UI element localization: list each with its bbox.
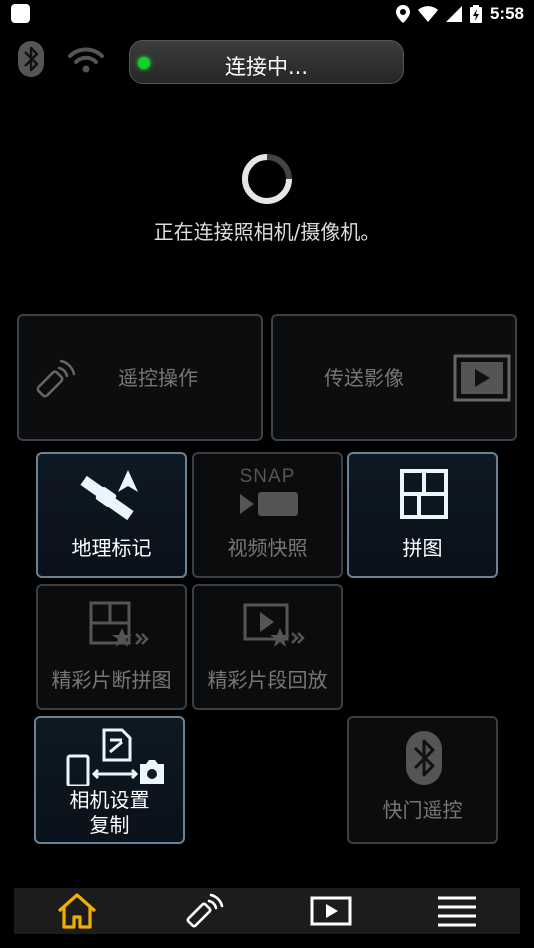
settings-copy-icon [66,728,164,786]
copy-settings-label-line2: 复制 [89,813,130,837]
bluetooth-icon [406,731,442,785]
satellite-icon [80,470,138,520]
app-notification-icon [11,4,30,23]
wifi-icon [68,47,104,73]
snap-movie-label: 视频快照 [227,536,308,560]
highlight-playback-button[interactable]: 精彩片段回放 [192,584,343,710]
bluetooth-shutter-remote-button[interactable]: 快门遥控 [347,716,498,844]
clock: 5:58 [489,4,524,23]
collage-grid-icon [400,469,448,519]
battery-icon [469,5,482,23]
collage-label: 拼图 [402,536,443,560]
status-bar: 5:58 [0,0,534,28]
connection-status-text: 连接中... [224,55,309,79]
geotagging-button[interactable]: 地理标记 [36,452,187,578]
bluetooth-shutter-label: 快门遥控 [382,798,463,822]
highlight-collage-button[interactable]: 精彩片断拼图 [36,584,187,710]
copy-settings-label-line1: 相机设置 [69,788,150,812]
connection-status-pill[interactable]: 连接中... [129,40,404,84]
loading-spinner-icon [242,154,292,204]
video-camera-icon [240,492,298,516]
cell-signal-icon [445,6,462,22]
menu-icon[interactable] [434,892,480,930]
geotagging-label: 地理标记 [71,536,152,560]
status-icons: 5:58 [395,3,524,25]
playback-screen-icon [453,354,511,402]
highlight-collage-icon [89,601,149,647]
snap-movie-button[interactable]: SNAP 视频快照 [192,452,343,578]
highlight-playback-label: 精彩片段回放 [207,668,328,692]
location-icon [395,5,410,23]
bluetooth-icon [18,41,44,77]
copy-camera-settings-button[interactable]: 相机设置 复制 [34,716,185,844]
collage-button[interactable]: 拼图 [347,452,498,578]
playback-icon[interactable] [308,892,354,930]
remote-icon[interactable] [181,892,227,930]
snap-icon-text: SNAP [239,466,296,487]
highlight-playback-icon [243,603,305,647]
image-transfer-button[interactable]: 传送影像 [271,314,517,441]
highlight-collage-label: 精彩片断拼图 [51,668,172,692]
wifi-signal-icon [417,6,438,22]
connecting-message: 正在连接照相机/摄像机。 [153,220,381,244]
home-icon[interactable] [54,892,100,930]
bottom-navigation-bar [14,888,520,934]
